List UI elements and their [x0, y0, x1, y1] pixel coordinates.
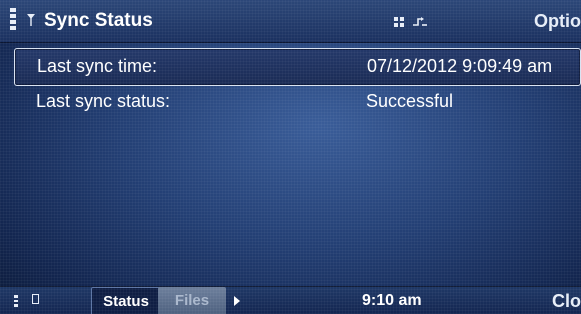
- last-sync-time-label: Last sync time:: [37, 56, 158, 76]
- page-title: Sync Status: [44, 10, 153, 31]
- options-softkey[interactable]: Options: [534, 11, 581, 32]
- small-indicator-icon: [32, 294, 39, 304]
- status-icons: [394, 14, 428, 32]
- data-connection-icon: [412, 14, 428, 32]
- last-sync-status-label: Last sync status:: [36, 91, 171, 111]
- battery-icon: [14, 295, 18, 308]
- last-sync-status-value: Successful: [366, 91, 454, 111]
- bottom-bar: Status Files 9:10 am Close: [0, 286, 581, 314]
- antenna-icon: [26, 13, 36, 32]
- grid-icon: [394, 14, 404, 32]
- list-item-last-sync-time[interactable]: Last sync time: 07/12/2012 9:09:49 am: [14, 48, 581, 86]
- screen: Sync Status Options Last sync t: [0, 0, 581, 314]
- tab-status[interactable]: Status: [91, 287, 161, 314]
- signal-strength-icon: [10, 8, 16, 32]
- clock: 9:10 am: [362, 292, 422, 309]
- title-bar: Sync Status Options: [0, 0, 581, 43]
- tab-files[interactable]: Files: [158, 287, 226, 314]
- tab-more-arrow-icon[interactable]: [234, 296, 240, 306]
- last-sync-time-value: 07/12/2012 9:09:49 am: [367, 56, 553, 76]
- list-item-last-sync-status[interactable]: Last sync status: Successful: [14, 84, 579, 120]
- close-softkey[interactable]: Close: [552, 291, 581, 312]
